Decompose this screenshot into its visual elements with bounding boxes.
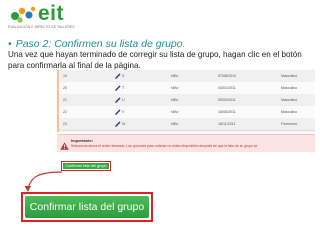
big-confirm-highlight: Confirmar lista del grupo xyxy=(21,192,153,222)
row-gender: Femenino xyxy=(281,122,297,126)
row-type: Niño xyxy=(171,86,179,90)
group-list-table: 19 S Niño 07/08/2010 Masculino 20 T Niño… xyxy=(57,70,315,132)
row-date: 18/11/2011 xyxy=(218,122,236,126)
pencil-icon[interactable] xyxy=(114,108,122,117)
row-date: 07/08/2010 xyxy=(218,74,236,78)
warning-icon xyxy=(60,137,69,155)
row-gender: Masculino xyxy=(281,86,298,90)
row-date: 05/05/2011 xyxy=(218,98,236,102)
row-gender: Masculino xyxy=(281,110,298,114)
important-notice: Importante: Seleccione ahora el orden de… xyxy=(57,134,315,152)
pencil-icon[interactable] xyxy=(114,72,122,81)
row-number: 19 xyxy=(63,74,67,78)
row-letter: T xyxy=(122,86,125,90)
row-letter: S xyxy=(122,74,125,78)
row-type: Niño xyxy=(171,98,179,102)
pencil-icon[interactable] xyxy=(114,120,122,129)
row-number: 20 xyxy=(63,86,67,90)
row-date: 04/01/2011 xyxy=(218,86,236,90)
notice-title: Importante: xyxy=(71,138,93,143)
bullet: • xyxy=(8,38,12,50)
table-row: 23 W Niño 18/11/2011 Femenino xyxy=(59,118,315,131)
row-number: 22 xyxy=(63,110,67,114)
instructions-text: Una vez que hayan terminado de corregir … xyxy=(8,50,302,70)
row-type: Niño xyxy=(171,122,179,126)
row-type: Niño xyxy=(171,74,179,78)
logo-text: eit xyxy=(38,2,65,25)
pencil-icon[interactable] xyxy=(114,84,122,93)
small-confirm-highlight: Confirmar lista del grupo xyxy=(61,161,111,171)
row-letter: V xyxy=(122,110,125,114)
logo-mark-icon xyxy=(11,6,36,23)
eit-logo: eit EVALUACIÓN E IMPACTO DE TALLERES xyxy=(8,2,78,30)
row-letter: W xyxy=(122,122,126,126)
row-date: 16/08/2011 xyxy=(218,110,236,114)
notice-text: Seleccione ahora el orden deseado. Las o… xyxy=(71,144,258,148)
step-title-text: Paso 2: Confirmen su lista de grupo. xyxy=(15,38,186,50)
logo-tagline: EVALUACIÓN E IMPACTO DE TALLERES xyxy=(8,25,75,29)
confirm-group-list-button[interactable]: Confirmar lista del grupo xyxy=(25,196,149,218)
row-gender: Masculino xyxy=(281,74,298,78)
pencil-icon[interactable] xyxy=(114,96,122,105)
step-heading: • Paso 2: Confirmen su lista de grupo. xyxy=(8,38,186,50)
row-gender: Masculino xyxy=(281,98,298,102)
row-number: 23 xyxy=(63,122,67,126)
row-letter: U xyxy=(122,98,125,102)
small-confirm-button[interactable]: Confirmar lista del grupo xyxy=(63,163,109,169)
row-number: 21 xyxy=(63,98,67,102)
row-type: Niño xyxy=(171,110,179,114)
